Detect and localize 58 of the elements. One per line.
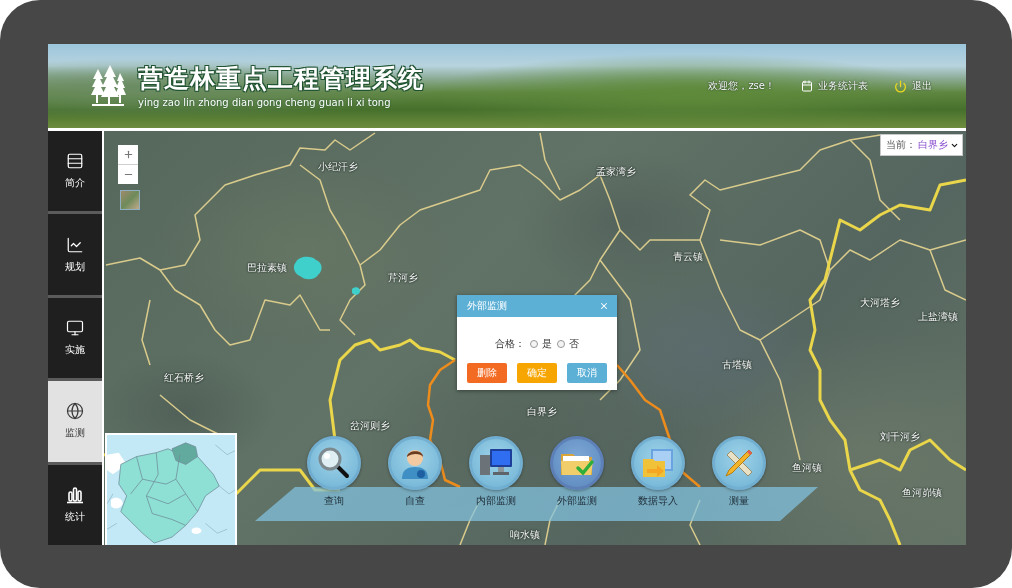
sidebar-item[interactable]: 监测: [48, 381, 102, 462]
radio-option[interactable]: 是: [530, 337, 552, 351]
layer-switch-thumbnail[interactable]: [120, 190, 140, 210]
app-title: 营造林重点工程管理系统: [138, 63, 424, 94]
plot-area-shape[interactable]: [293, 256, 322, 280]
pine-trees-icon: [90, 63, 126, 109]
sidebar-item[interactable]: 简介: [48, 131, 102, 212]
place-label: 巴拉素镇: [247, 262, 287, 274]
chart-line-icon: [66, 235, 84, 254]
toolbar-tool-button[interactable]: 内部监测: [455, 436, 536, 507]
radio-option[interactable]: 否: [557, 337, 579, 351]
sidebar-item[interactable]: 统计: [48, 464, 102, 546]
report-link[interactable]: 业务统计表: [801, 79, 868, 93]
plot-area-shape[interactable]: [352, 287, 360, 295]
bar-chart-icon: [66, 485, 84, 504]
logout-link[interactable]: 退出: [894, 79, 932, 93]
field-label: 合格：: [495, 337, 525, 351]
place-label: 响水镇: [510, 529, 540, 541]
place-label: 古塔镇: [722, 359, 752, 371]
overview-map-drawing[interactable]: [105, 433, 237, 545]
place-label: 大河塔乡: [860, 297, 900, 309]
selector-label: 当前：: [886, 138, 916, 152]
zoom-in-button[interactable]: [118, 145, 138, 164]
toolbar-tool-button[interactable]: 数据导入: [617, 436, 698, 507]
place-label: 上盐湾镇: [918, 311, 958, 323]
list-icon: [66, 152, 84, 171]
calendar-icon: [801, 80, 813, 92]
place-label: 鱼河峁镇: [902, 487, 942, 499]
area-selector[interactable]: 当前： 白界乡: [880, 134, 963, 156]
place-label: 青云镇: [673, 251, 703, 263]
selector-value: 白界乡: [918, 138, 948, 152]
toolbar-tool-button[interactable]: 查询: [293, 436, 374, 507]
toolbar-tool-button[interactable]: 自查: [374, 436, 455, 507]
place-label: 小纪汗乡: [318, 161, 358, 173]
danger-button[interactable]: 删除: [467, 363, 507, 383]
place-label: 刘千河乡: [880, 431, 920, 443]
place-label: 岔河则乡: [350, 420, 390, 432]
sidebar-item[interactable]: 规划: [48, 214, 102, 295]
greeting-text: 欢迎您，zse！: [708, 79, 775, 93]
globe-icon: [66, 402, 84, 421]
place-label: 白界乡: [527, 406, 557, 418]
place-label: 红石桥乡: [164, 372, 204, 384]
dialog-title: 外部监测: [467, 299, 507, 313]
toolbar-tool-button[interactable]: 外部监测: [536, 436, 617, 507]
app-subtitle: ying zao lin zhong dian gong cheng guan li xi tong: [138, 96, 392, 109]
township-boundary-line: [141, 299, 151, 366]
sidebar-item[interactable]: 实施: [48, 297, 102, 379]
close-icon: [599, 301, 609, 311]
close-button[interactable]: [599, 301, 609, 311]
place-label: 鱼河镇: [792, 462, 822, 474]
toolbar-tool-button[interactable]: 测量: [698, 436, 779, 507]
radio-icon[interactable]: [557, 340, 565, 348]
place-label: 芹河乡: [388, 272, 418, 284]
radio-icon[interactable]: [530, 340, 538, 348]
monitor-icon: [66, 319, 84, 337]
plus-icon: [122, 149, 134, 160]
power-icon: [894, 79, 907, 93]
place-label: 孟家湾乡: [596, 166, 636, 178]
